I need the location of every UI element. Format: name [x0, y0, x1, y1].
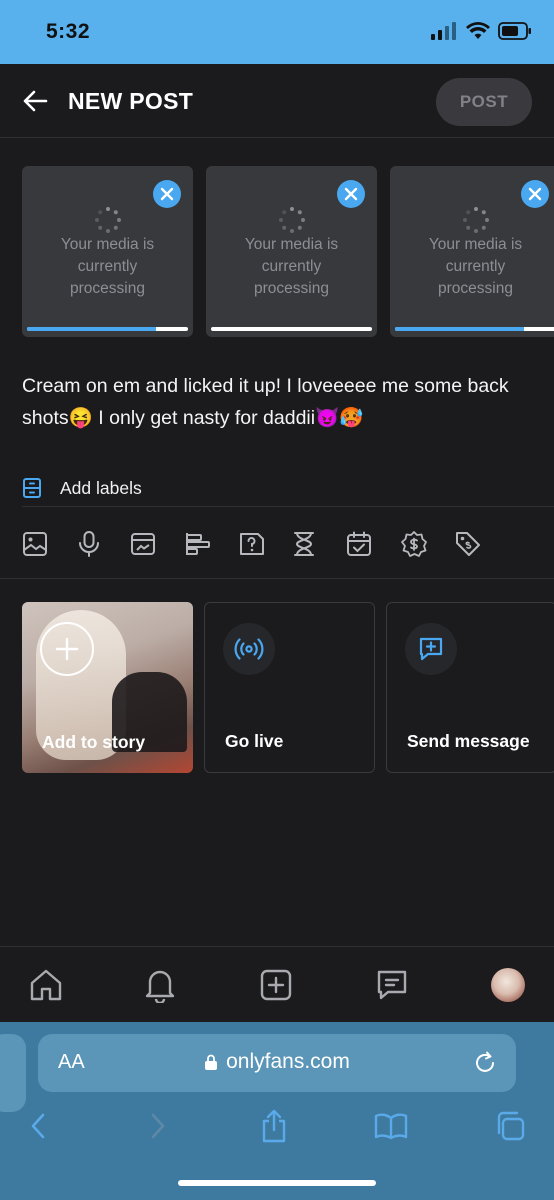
add-story-button[interactable]: [40, 622, 94, 676]
plus-icon: [55, 637, 79, 661]
home-icon: [30, 969, 62, 1001]
send-message-card[interactable]: Send message: [386, 602, 554, 773]
tag-button[interactable]: [454, 526, 508, 562]
expiration-button[interactable]: [292, 526, 346, 562]
share-button[interactable]: [254, 1106, 294, 1146]
divider: [0, 578, 554, 579]
loading-spinner-icon: [94, 207, 121, 233]
previous-tab-preview[interactable]: [0, 1034, 26, 1112]
nav-profile[interactable]: [488, 965, 528, 1005]
add-voice-button[interactable]: [76, 526, 130, 562]
upload-progress-bar: [211, 327, 372, 331]
share-icon: [262, 1109, 286, 1143]
post-button[interactable]: POST: [436, 78, 532, 126]
close-icon: [344, 187, 358, 201]
send-message-label: Send message: [407, 731, 530, 751]
nav-notifications[interactable]: [140, 965, 180, 1005]
nav-home[interactable]: [26, 965, 66, 1005]
book-icon: [374, 1113, 408, 1140]
home-indicator: [178, 1180, 376, 1186]
hourglass-icon: [294, 532, 314, 556]
browser-toolbar: [0, 1106, 554, 1146]
tabs-button[interactable]: [490, 1106, 530, 1146]
battery-icon: [498, 22, 531, 40]
upload-progress-bar: [27, 327, 188, 331]
status-icons: [430, 22, 532, 40]
bookmarks-button[interactable]: [371, 1106, 411, 1146]
calendar-check-icon: [347, 531, 371, 556]
add-to-story-label: Add to story: [42, 732, 146, 752]
page-title: NEW POST: [68, 88, 194, 114]
media-card[interactable]: Your media is currently processing: [390, 166, 554, 337]
status-time: 5:32: [46, 20, 91, 43]
reload-icon[interactable]: [472, 1050, 498, 1076]
image-icon: [23, 532, 47, 556]
close-icon: [528, 187, 542, 201]
add-labels-button[interactable]: Add labels: [22, 470, 142, 506]
message-plus-icon: [419, 637, 443, 661]
media-card[interactable]: Your media is currently processing: [206, 166, 377, 337]
go-live-card[interactable]: Go live: [204, 602, 375, 773]
url-text: onlyfans.com: [38, 1050, 516, 1074]
media-row: Your media is currently processing Your …: [22, 166, 554, 338]
loading-spinner-icon: [462, 207, 489, 233]
media-card[interactable]: Your media is currently processing: [22, 166, 193, 337]
avatar: [491, 968, 525, 1002]
back-arrow-icon: [23, 90, 48, 112]
browser-forward-button[interactable]: [138, 1106, 178, 1146]
remove-media-button[interactable]: [153, 180, 181, 208]
bottom-nav: [0, 946, 554, 1022]
microphone-icon: [79, 531, 99, 557]
remove-media-button[interactable]: [521, 180, 549, 208]
poll-button[interactable]: [184, 526, 238, 562]
quiz-icon: [240, 533, 264, 555]
quiz-button[interactable]: [238, 526, 292, 562]
browser-back-button[interactable]: [18, 1106, 58, 1146]
vault-button[interactable]: [130, 526, 184, 562]
post-toolbar: [22, 526, 508, 562]
go-live-label: Go live: [225, 731, 284, 751]
add-image-button[interactable]: [22, 526, 76, 562]
tag-icon: [456, 532, 480, 556]
remove-media-button[interactable]: [337, 180, 365, 208]
bell-icon: [145, 970, 175, 1003]
poll-icon: [186, 533, 210, 555]
nav-add-post[interactable]: [256, 965, 296, 1005]
nav-messages[interactable]: [372, 965, 412, 1005]
price-icon: [401, 531, 427, 557]
close-icon: [160, 187, 174, 201]
add-labels-label: Add labels: [60, 477, 142, 498]
progress-fill: [395, 327, 524, 331]
post-caption-input[interactable]: Cream on em and licked it up! I loveeeee…: [22, 370, 532, 434]
price-button[interactable]: [400, 526, 454, 562]
broadcast-icon: [234, 638, 264, 660]
loading-spinner-icon: [278, 207, 305, 233]
progress-fill: [27, 327, 156, 331]
send-message-icon-wrap: [405, 623, 457, 675]
chevron-right-icon: [151, 1113, 165, 1139]
status-bar: 5:32: [0, 0, 554, 64]
upload-progress-bar: [395, 327, 554, 331]
media-processing-text: Your media is currently processing: [244, 236, 339, 297]
lock-icon: [205, 1055, 218, 1071]
header: NEW POST POST: [0, 64, 554, 138]
media-processing-text: Your media is currently processing: [60, 236, 155, 297]
divider: [22, 506, 554, 507]
tabs-icon: [497, 1111, 525, 1141]
media-processing-text: Your media is currently processing: [428, 236, 523, 297]
vault-icon: [131, 533, 155, 555]
address-bar[interactable]: AA onlyfans.com: [38, 1034, 516, 1092]
add-post-icon: [260, 969, 292, 1001]
add-to-story-card[interactable]: Add to story: [22, 602, 193, 773]
chevron-left-icon: [31, 1113, 45, 1139]
wifi-icon: [466, 22, 490, 39]
progress-fill: [211, 327, 372, 331]
label-icon: [23, 478, 41, 498]
signal-icon: [431, 22, 456, 40]
go-live-icon-wrap: [223, 623, 275, 675]
url-label: onlyfans.com: [226, 1050, 350, 1073]
schedule-button[interactable]: [346, 526, 400, 562]
back-button[interactable]: [18, 86, 52, 116]
messages-icon: [377, 970, 407, 1000]
